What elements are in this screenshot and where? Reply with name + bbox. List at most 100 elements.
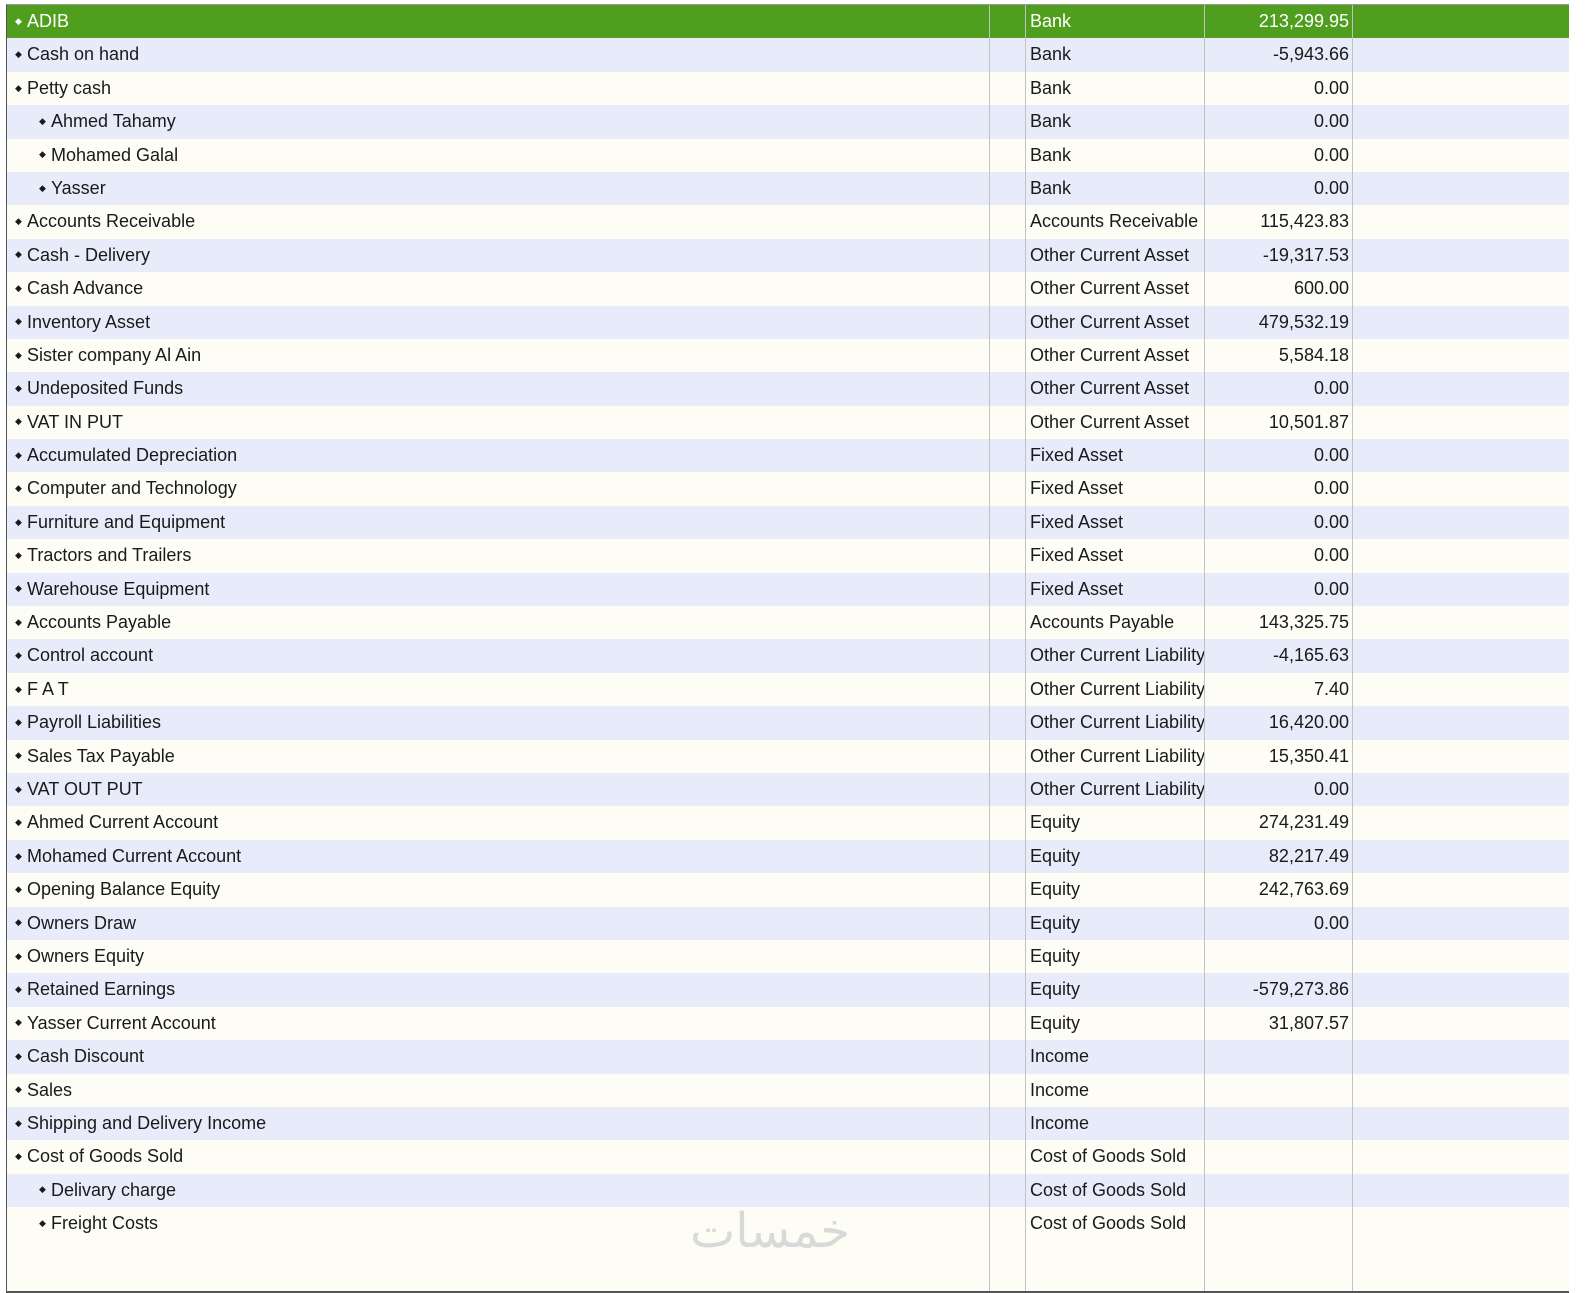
account-row[interactable]: ◆ VAT IN PUT Other Current Asset 10,501.87 [7, 405, 1569, 440]
account-row[interactable]: ◆ Control account Other Current Liability -… [7, 639, 1569, 673]
diamond-bullet-icon: ◆ [15, 349, 22, 360]
account-row[interactable]: ◆ Petty cash Bank 0.00 [7, 71, 1569, 106]
account-name-cell: ◆ Yasser [39, 172, 1009, 205]
account-type: Other Current Asset [1030, 411, 1190, 432]
account-row[interactable]: ◆ VAT OUT PUT Other Current Liability 0.00 [7, 772, 1569, 807]
account-balance: 15,350.41 [1268, 745, 1349, 766]
account-row[interactable]: ◆ Sales Income [7, 1073, 1569, 1107]
account-row[interactable]: ◆ Retained Earnings Equity -579,273.86 [7, 973, 1569, 1007]
account-row[interactable]: ◆ Accounts Receivable Accounts Receivable 1… [7, 205, 1569, 239]
account-row[interactable]: ◆ Undeposited Funds Other Current Asset 0.0… [7, 372, 1569, 406]
account-row[interactable]: ◆ Mohamed Galal Bank 0.00 [7, 138, 1569, 172]
account-balance [1206, 1074, 1349, 1107]
account-type: Other Current Asset [1030, 244, 1190, 265]
account-name: VAT OUT PUT [27, 778, 143, 799]
account-row[interactable]: ◆ Accumulated Depreciation Fixed Asset 0.00 [7, 439, 1569, 473]
account-row[interactable]: ◆ Opening Balance Equity Equity 242,763.69 [7, 873, 1569, 907]
account-type: Equity [1030, 979, 1081, 1000]
account-name-cell: ◆ Inventory Asset [15, 306, 985, 339]
account-balance [1206, 1040, 1349, 1073]
account-row[interactable]: ◆ Yasser Bank 0.00 [7, 171, 1569, 206]
account-name: Petty cash [27, 77, 112, 98]
account-name: Mohamed Galal [51, 144, 179, 165]
account-balance: 0.00 [1313, 778, 1349, 799]
account-row[interactable]: ◆ Furniture and Equipment Fixed Asset 0.00 [7, 505, 1569, 540]
diamond-bullet-icon: ◆ [15, 49, 22, 60]
account-name-cell: ◆ Retained Earnings [15, 973, 985, 1006]
account-balance [1206, 1107, 1349, 1140]
account-type: Bank [1030, 77, 1072, 98]
account-row[interactable]: ◆ Cash on hand Bank -5,943.66 [7, 38, 1569, 72]
account-name-cell: ◆ Payroll Liabilities [15, 706, 985, 739]
account-row[interactable]: ◆ Cost of Goods Sold Cost of Goods Sold [7, 1140, 1569, 1174]
account-name: Freight Costs [51, 1213, 159, 1234]
account-row[interactable]: ◆ F A T Other Current Liability 7.40 [7, 672, 1569, 707]
diamond-bullet-icon: ◆ [15, 316, 22, 327]
account-row[interactable]: ◆ Owners Equity Equity [7, 939, 1569, 974]
account-row[interactable]: ◆ Mohamed Current Account Equity 82,217.49 [7, 839, 1569, 874]
account-row[interactable]: ◆ Inventory Asset Other Current Asset 479,5… [7, 305, 1569, 339]
account-type: Cost of Goods Sold [1030, 1179, 1187, 1200]
diamond-bullet-icon: ◆ [39, 1184, 46, 1195]
diamond-bullet-icon: ◆ [15, 1084, 22, 1095]
account-name-cell: ◆ Sales [15, 1074, 985, 1107]
account-row[interactable]: ◆ Computer and Technology Fixed Asset 0.00 [7, 472, 1569, 506]
account-row[interactable]: ◆ Warehouse Equipment Fixed Asset 0.00 [7, 572, 1569, 607]
diamond-bullet-icon: ◆ [15, 483, 22, 494]
account-name: Undeposited Funds [27, 378, 184, 399]
account-name: Yasser Current Account [27, 1012, 216, 1033]
account-name-cell: ◆ Control account [15, 639, 985, 672]
account-row[interactable]: ◆ Cash - Delivery Other Current Asset -19,3… [7, 238, 1569, 273]
account-type: Accounts Payable [1030, 612, 1175, 633]
diamond-bullet-icon: ◆ [15, 550, 22, 560]
account-row[interactable]: ◆ Cash Advance Other Current Asset 600.00 [7, 272, 1569, 306]
account-name: Retained Earnings [27, 979, 176, 1000]
diamond-bullet-icon: ◆ [39, 182, 46, 193]
account-type: Bank [1030, 11, 1072, 31]
account-balance: 115,423.83 [1260, 211, 1349, 232]
diamond-bullet-icon: ◆ [39, 115, 46, 126]
account-name: Mohamed Current Account [27, 845, 242, 866]
account-balance: 274,231.49 [1258, 812, 1349, 833]
account-balance [1206, 1140, 1349, 1173]
account-row[interactable]: ◆ Sales Tax Payable Other Current Liabilit… [7, 739, 1569, 773]
account-row[interactable]: ◆ Cash Discount Income [7, 1040, 1569, 1074]
account-name-cell: ◆ VAT IN PUT [15, 406, 985, 439]
account-row[interactable]: ◆ Shipping and Delivery Income Income [7, 1106, 1569, 1141]
column-separator [989, 5, 990, 1291]
diamond-bullet-icon: ◆ [15, 583, 22, 594]
account-row[interactable]: ◆ Ahmed Current Account Equity 274,231.49 [7, 806, 1569, 840]
account-type: Other Current Liability [1030, 745, 1206, 766]
account-balance: 0.00 [1313, 111, 1349, 132]
account-balance: 242,763.69 [1258, 879, 1349, 900]
account-name: ADIB [27, 11, 70, 31]
account-row[interactable]: ◆ Yasser Current Account Equity 31,807.57 [7, 1006, 1569, 1041]
account-row[interactable]: ◆ Tractors and Trailers Fixed Asset 0.00 [7, 539, 1569, 573]
account-balance: 82,217.49 [1268, 845, 1349, 866]
account-name: Sales [27, 1079, 73, 1100]
diamond-bullet-icon: ◆ [15, 650, 22, 661]
diamond-bullet-icon: ◆ [15, 616, 22, 627]
account-row[interactable]: ◆ Owners Draw Equity 0.00 [7, 906, 1569, 940]
account-name: F A T [27, 678, 69, 699]
diamond-bullet-icon: ◆ [15, 1151, 22, 1162]
diamond-bullet-icon: ◆ [15, 750, 22, 761]
account-name: Cost of Goods Sold [27, 1146, 184, 1167]
account-name: Sales Tax Payable [27, 745, 175, 766]
account-name-cell: ◆ Ahmed Current Account [15, 806, 985, 839]
diamond-bullet-icon: ◆ [39, 1217, 46, 1228]
account-balance: 16,420.00 [1268, 712, 1349, 733]
account-balance: -5,943.66 [1272, 44, 1349, 65]
account-row[interactable]: ◆ Ahmed Tahamy Bank 0.00 [7, 105, 1569, 139]
account-row[interactable]: ◆ Sister company Al Ain Other Current Asse… [7, 338, 1569, 373]
account-type: Fixed Asset [1030, 545, 1124, 566]
account-type: Other Current Asset [1030, 344, 1190, 365]
account-type: Other Current Liability [1030, 712, 1206, 733]
account-row[interactable]: ◆ Accounts Payable Accounts Payable 143,325… [7, 606, 1569, 640]
account-name-cell: ◆ Tractors and Trailers [15, 539, 985, 572]
account-row[interactable]: ◆ ADIB Bank 213,299.95 [7, 5, 1569, 39]
account-name-cell: ◆ Delivary charge [39, 1174, 1009, 1207]
account-row[interactable]: ◆ Payroll Liabilities Other Current Liabil… [7, 706, 1569, 740]
account-balance: 0.00 [1313, 478, 1349, 499]
column-separator [1352, 5, 1353, 1291]
